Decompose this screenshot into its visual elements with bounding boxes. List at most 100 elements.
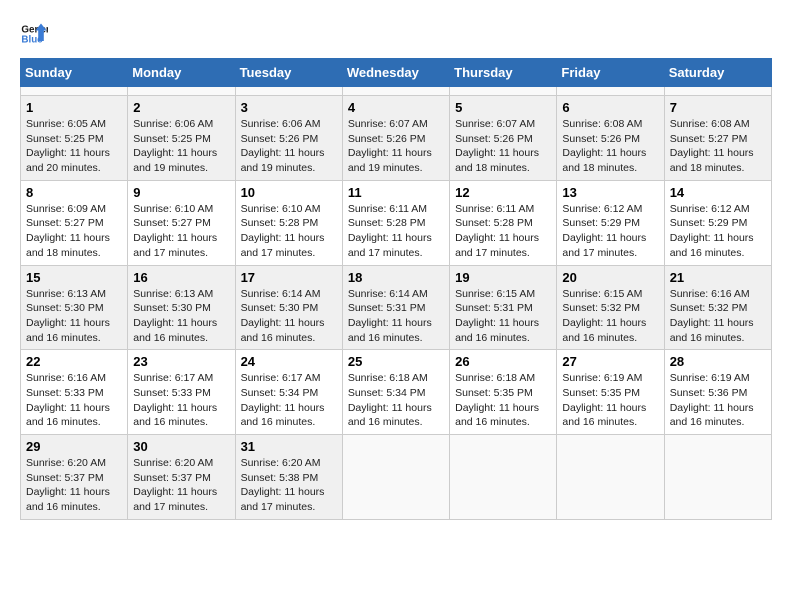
day-info: Sunrise: 6:10 AMSunset: 5:27 PMDaylight:…	[133, 202, 229, 261]
day-info: Sunrise: 6:20 AMSunset: 5:37 PMDaylight:…	[26, 456, 122, 515]
calendar-cell	[21, 87, 128, 96]
day-info: Sunrise: 6:19 AMSunset: 5:35 PMDaylight:…	[562, 371, 658, 430]
day-number: 29	[26, 439, 122, 454]
calendar-cell: 31Sunrise: 6:20 AMSunset: 5:38 PMDayligh…	[235, 435, 342, 520]
day-info: Sunrise: 6:14 AMSunset: 5:31 PMDaylight:…	[348, 287, 444, 346]
logo-icon: General Blue	[20, 20, 48, 48]
day-header-friday: Friday	[557, 59, 664, 87]
calendar-cell	[450, 435, 557, 520]
day-number: 6	[562, 100, 658, 115]
logo: General Blue	[20, 20, 52, 48]
day-number: 27	[562, 354, 658, 369]
day-number: 23	[133, 354, 229, 369]
day-info: Sunrise: 6:06 AMSunset: 5:26 PMDaylight:…	[241, 117, 337, 176]
day-number: 9	[133, 185, 229, 200]
day-number: 13	[562, 185, 658, 200]
calendar-cell: 12Sunrise: 6:11 AMSunset: 5:28 PMDayligh…	[450, 180, 557, 265]
day-info: Sunrise: 6:05 AMSunset: 5:25 PMDaylight:…	[26, 117, 122, 176]
calendar-cell	[235, 87, 342, 96]
calendar-week-row: 22Sunrise: 6:16 AMSunset: 5:33 PMDayligh…	[21, 350, 772, 435]
day-header-tuesday: Tuesday	[235, 59, 342, 87]
calendar-cell: 26 Sunrise: 6:18 AMSunset: 5:35 PMDayligh…	[450, 350, 557, 435]
calendar-cell: 17Sunrise: 6:14 AMSunset: 5:30 PMDayligh…	[235, 265, 342, 350]
calendar-cell: 14Sunrise: 6:12 AMSunset: 5:29 PMDayligh…	[664, 180, 771, 265]
calendar-cell: 11 Sunrise: 6:11 AMSunset: 5:28 PMDayligh…	[342, 180, 449, 265]
calendar-cell	[557, 87, 664, 96]
calendar-cell: 25 Sunrise: 6:18 AMSunset: 5:34 PMDayligh…	[342, 350, 449, 435]
day-header-saturday: Saturday	[664, 59, 771, 87]
calendar-cell: 3 Sunrise: 6:06 AMSunset: 5:26 PMDaylight…	[235, 96, 342, 181]
calendar-cell: 4Sunrise: 6:07 AMSunset: 5:26 PMDaylight…	[342, 96, 449, 181]
day-info: Sunrise: 6:15 AMSunset: 5:32 PMDaylight:…	[562, 287, 658, 346]
calendar-cell: 16Sunrise: 6:13 AMSunset: 5:30 PMDayligh…	[128, 265, 235, 350]
day-number: 19	[455, 270, 551, 285]
calendar-cell: 28 Sunrise: 6:19 AMSunset: 5:36 PMDayligh…	[664, 350, 771, 435]
day-number: 3	[241, 100, 337, 115]
day-info: Sunrise: 6:20 AMSunset: 5:37 PMDaylight:…	[133, 456, 229, 515]
day-number: 20	[562, 270, 658, 285]
day-info: Sunrise: 6:15 AMSunset: 5:31 PMDaylight:…	[455, 287, 551, 346]
calendar-cell	[342, 435, 449, 520]
calendar-cell: 21Sunrise: 6:16 AMSunset: 5:32 PMDayligh…	[664, 265, 771, 350]
header: General Blue	[20, 20, 772, 48]
day-info: Sunrise: 6:17 AMSunset: 5:34 PMDaylight:…	[241, 371, 337, 430]
day-number: 18	[348, 270, 444, 285]
day-number: 14	[670, 185, 766, 200]
day-info: Sunrise: 6:10 AMSunset: 5:28 PMDaylight:…	[241, 202, 337, 261]
day-number: 8	[26, 185, 122, 200]
calendar-cell	[664, 87, 771, 96]
day-info: Sunrise: 6:11 AMSunset: 5:28 PMDaylight:…	[348, 202, 444, 261]
calendar-cell: 30Sunrise: 6:20 AMSunset: 5:37 PMDayligh…	[128, 435, 235, 520]
calendar-cell: 15 Sunrise: 6:13 AMSunset: 5:30 PMDayligh…	[21, 265, 128, 350]
day-number: 11	[348, 185, 444, 200]
day-header-thursday: Thursday	[450, 59, 557, 87]
day-info: Sunrise: 6:06 AMSunset: 5:25 PMDaylight:…	[133, 117, 229, 176]
calendar-cell: 24Sunrise: 6:17 AMSunset: 5:34 PMDayligh…	[235, 350, 342, 435]
calendar-cell: 23 Sunrise: 6:17 AMSunset: 5:33 PMDayligh…	[128, 350, 235, 435]
calendar-cell: 13 Sunrise: 6:12 AMSunset: 5:29 PMDayligh…	[557, 180, 664, 265]
day-info: Sunrise: 6:13 AMSunset: 5:30 PMDaylight:…	[133, 287, 229, 346]
day-number: 28	[670, 354, 766, 369]
calendar-cell: 22Sunrise: 6:16 AMSunset: 5:33 PMDayligh…	[21, 350, 128, 435]
day-info: Sunrise: 6:16 AMSunset: 5:33 PMDaylight:…	[26, 371, 122, 430]
day-info: Sunrise: 6:12 AMSunset: 5:29 PMDaylight:…	[562, 202, 658, 261]
day-info: Sunrise: 6:09 AMSunset: 5:27 PMDaylight:…	[26, 202, 122, 261]
calendar-cell: 19 Sunrise: 6:15 AMSunset: 5:31 PMDayligh…	[450, 265, 557, 350]
calendar-cell: 2 Sunrise: 6:06 AMSunset: 5:25 PMDaylight…	[128, 96, 235, 181]
day-info: Sunrise: 6:20 AMSunset: 5:38 PMDaylight:…	[241, 456, 337, 515]
calendar-cell	[557, 435, 664, 520]
calendar-week-row: 8 Sunrise: 6:09 AMSunset: 5:27 PMDaylight…	[21, 180, 772, 265]
day-info: Sunrise: 6:17 AMSunset: 5:33 PMDaylight:…	[133, 371, 229, 430]
calendar-cell: 18 Sunrise: 6:14 AMSunset: 5:31 PMDayligh…	[342, 265, 449, 350]
calendar-cell: 10 Sunrise: 6:10 AMSunset: 5:28 PMDayligh…	[235, 180, 342, 265]
day-number: 10	[241, 185, 337, 200]
day-info: Sunrise: 6:14 AMSunset: 5:30 PMDaylight:…	[241, 287, 337, 346]
day-number: 15	[26, 270, 122, 285]
day-header-monday: Monday	[128, 59, 235, 87]
day-info: Sunrise: 6:19 AMSunset: 5:36 PMDaylight:…	[670, 371, 766, 430]
calendar-cell	[664, 435, 771, 520]
day-info: Sunrise: 6:13 AMSunset: 5:30 PMDaylight:…	[26, 287, 122, 346]
day-info: Sunrise: 6:07 AMSunset: 5:26 PMDaylight:…	[455, 117, 551, 176]
day-header-wednesday: Wednesday	[342, 59, 449, 87]
day-number: 25	[348, 354, 444, 369]
calendar-week-row: 1 Sunrise: 6:05 AMSunset: 5:25 PMDaylight…	[21, 96, 772, 181]
calendar-cell: 20 Sunrise: 6:15 AMSunset: 5:32 PMDayligh…	[557, 265, 664, 350]
day-info: Sunrise: 6:11 AMSunset: 5:28 PMDaylight:…	[455, 202, 551, 261]
calendar: SundayMondayTuesdayWednesdayThursdayFrid…	[20, 58, 772, 520]
day-number: 1	[26, 100, 122, 115]
calendar-week-row: 15 Sunrise: 6:13 AMSunset: 5:30 PMDayligh…	[21, 265, 772, 350]
day-header-sunday: Sunday	[21, 59, 128, 87]
calendar-cell	[450, 87, 557, 96]
calendar-cell: 8 Sunrise: 6:09 AMSunset: 5:27 PMDaylight…	[21, 180, 128, 265]
day-number: 7	[670, 100, 766, 115]
calendar-cell	[128, 87, 235, 96]
calendar-cell	[342, 87, 449, 96]
day-number: 4	[348, 100, 444, 115]
day-info: Sunrise: 6:18 AMSunset: 5:35 PMDaylight:…	[455, 371, 551, 430]
day-number: 26	[455, 354, 551, 369]
day-number: 2	[133, 100, 229, 115]
day-info: Sunrise: 6:18 AMSunset: 5:34 PMDaylight:…	[348, 371, 444, 430]
day-number: 21	[670, 270, 766, 285]
calendar-cell: 5Sunrise: 6:07 AMSunset: 5:26 PMDaylight…	[450, 96, 557, 181]
